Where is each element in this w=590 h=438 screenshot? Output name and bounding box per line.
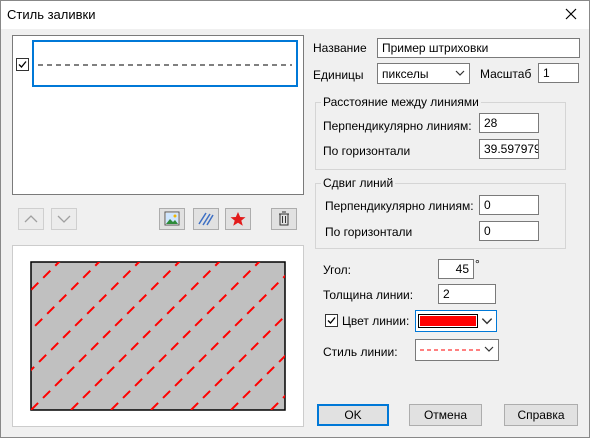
add-hatch-button[interactable] [193,208,219,230]
angle-label: Угол: [323,263,351,277]
spacing-perp-input[interactable]: 28 [479,113,539,133]
line-color-swatch [418,314,478,328]
shift-perp-label: Перпендикулярно линиям: [325,199,474,213]
chevron-down-icon [484,346,494,352]
add-pattern-button[interactable] [225,208,251,230]
fill-style-dialog: Стиль заливки Название Пример штриховки … [0,0,590,438]
cancel-button[interactable]: Отмена [409,404,482,426]
line-style-label: Стиль линии: [323,345,398,359]
hatch-preview-panel [12,245,304,427]
hatch-icon [198,212,214,226]
dashed-line-preview [38,64,292,66]
arrow-up-icon [24,215,38,223]
shift-perp-input[interactable]: 0 [479,195,539,215]
dashed-line-sample [420,349,480,351]
help-button[interactable]: Справка [504,404,578,426]
chevron-down-icon [481,318,493,325]
chevron-down-icon [455,70,465,76]
units-select[interactable]: пикселы [377,63,470,84]
spacing-horiz-label: По горизонтали [323,144,411,158]
insert-image-button[interactable] [159,208,185,230]
pattern-list[interactable] [12,35,304,195]
hatch-preview [13,250,286,411]
hatch-line [13,250,31,410]
spacing-perp-label: Перпендикулярно линиям: [323,119,472,133]
units-label: Единицы [313,68,364,82]
name-input[interactable]: Пример штриховки [377,38,580,58]
move-down-button[interactable] [51,208,77,230]
name-label: Название [313,41,367,55]
angle-input[interactable]: 45 [438,259,474,279]
image-icon [164,211,180,226]
units-value: пикселы [382,67,429,81]
thickness-input[interactable]: 2 [438,284,496,304]
pattern-item-checkbox[interactable] [16,58,29,71]
line-style-select[interactable] [415,339,499,361]
trash-icon [279,211,289,226]
degree-symbol: ° [475,257,480,271]
line-color-picker[interactable] [415,310,497,332]
checkmark-icon [18,61,27,68]
spacing-group-title: Расстояние между линиями [321,95,481,109]
scale-label: Масштаб [480,67,532,81]
scale-input[interactable]: 1 [538,63,579,83]
ok-button[interactable]: OK [317,404,389,426]
line-color-label: Цвет линии: [342,314,410,328]
shift-horiz-label: По горизонтали [325,225,413,239]
star-icon [230,212,246,226]
delete-button[interactable] [271,208,297,230]
move-up-button[interactable] [18,208,44,230]
shift-horiz-input[interactable]: 0 [479,221,539,241]
thickness-label: Толщина линии: [323,288,414,302]
checkmark-icon [327,317,336,324]
shift-group-title: Сдвиг линий [321,176,396,190]
close-button[interactable] [559,4,583,26]
spacing-horiz-input[interactable]: 39.5979797 [479,139,539,159]
arrow-down-icon [57,215,71,223]
line-color-checkbox[interactable] [325,314,338,327]
close-icon [565,8,577,20]
title-bar: Стиль заливки [1,1,589,29]
pattern-item-selected[interactable] [32,40,298,87]
window-title: Стиль заливки [7,7,96,22]
